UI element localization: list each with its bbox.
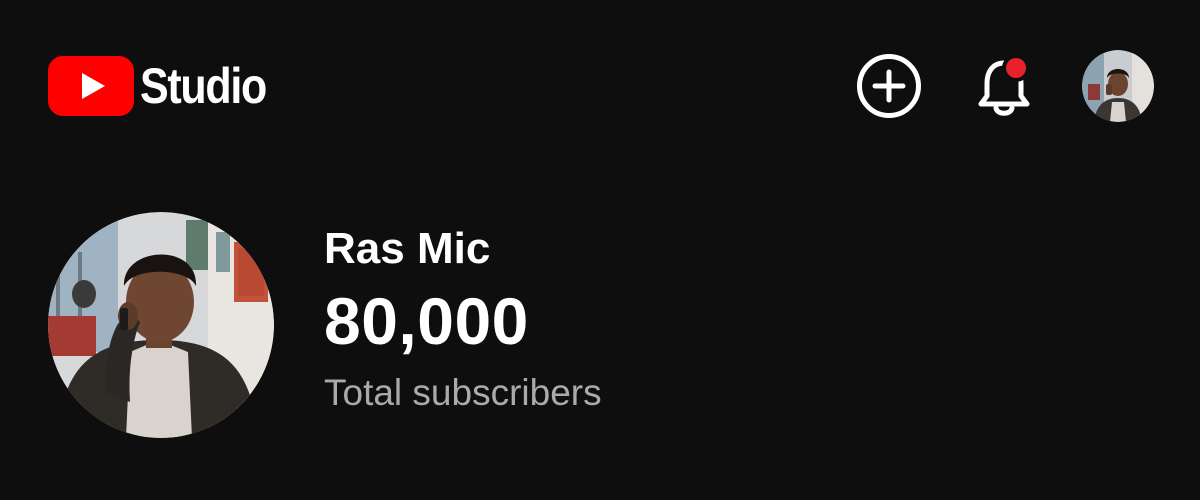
channel-info: Ras Mic 80,000 Total subscribers bbox=[324, 212, 602, 414]
create-plus-icon bbox=[857, 54, 921, 118]
channel-avatar[interactable] bbox=[48, 212, 274, 438]
channel-name: Ras Mic bbox=[324, 224, 491, 273]
header-actions bbox=[853, 50, 1154, 122]
notifications-button[interactable] bbox=[968, 50, 1040, 122]
youtube-logo-icon bbox=[48, 56, 134, 116]
app-header: Studio bbox=[0, 0, 1200, 170]
create-button[interactable] bbox=[853, 50, 925, 122]
bell-icon bbox=[978, 54, 1030, 116]
subscriber-count: 80,000 bbox=[324, 283, 529, 358]
youtube-studio-logo[interactable]: Studio bbox=[48, 56, 287, 116]
notification-dot bbox=[1006, 58, 1026, 78]
studio-wordmark: Studio bbox=[140, 58, 267, 114]
channel-summary: Ras Mic 80,000 Total subscribers bbox=[48, 212, 602, 438]
account-avatar[interactable] bbox=[1082, 50, 1154, 122]
subscriber-label: Total subscribers bbox=[324, 372, 602, 414]
channel-avatar-image bbox=[48, 212, 274, 438]
account-avatar-image bbox=[1082, 50, 1154, 122]
